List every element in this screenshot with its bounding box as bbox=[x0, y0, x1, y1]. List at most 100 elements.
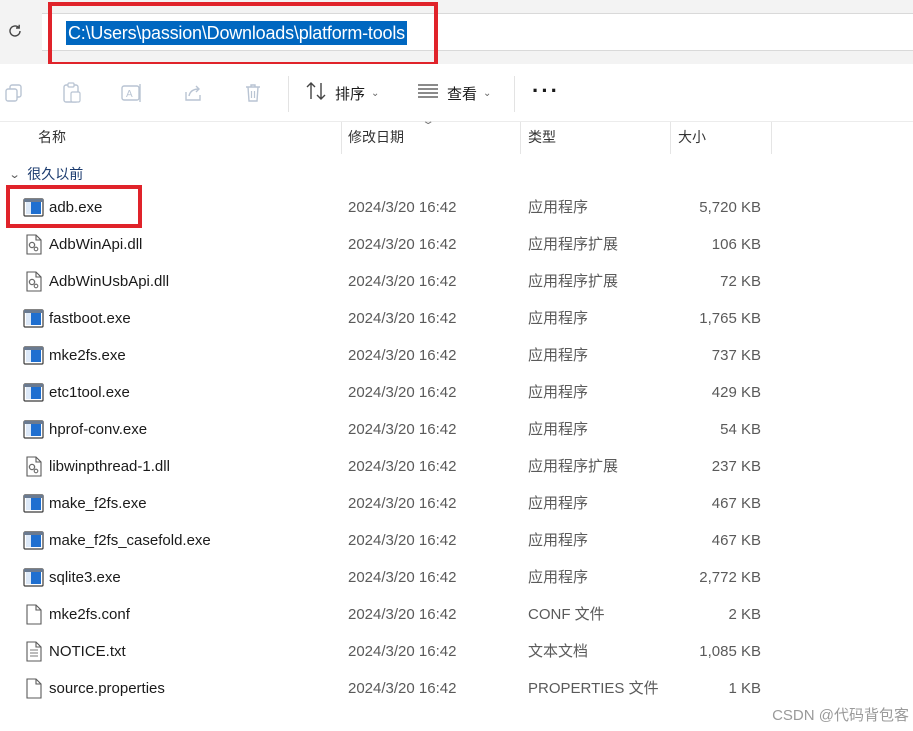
file-date: 2024/3/20 16:42 bbox=[348, 643, 457, 660]
file-name: etc1tool.exe bbox=[49, 384, 130, 401]
column-divider[interactable] bbox=[670, 122, 671, 154]
file-name: hprof-conv.exe bbox=[49, 421, 148, 438]
file-size: 237 KB bbox=[711, 458, 761, 475]
address-input[interactable]: C:\Users\passion\Downloads\platform-tool… bbox=[42, 13, 913, 51]
exe-icon bbox=[23, 419, 44, 440]
chevron-down-icon: ⌄ bbox=[8, 168, 21, 181]
file-type: PROPERTIES 文件 bbox=[528, 680, 659, 697]
file-row[interactable]: make_f2fs.exe 2024/3/20 16:42 应用程序 467 KB bbox=[0, 485, 913, 522]
file-size: 1,085 KB bbox=[699, 643, 761, 660]
address-bar-row: C:\Users\passion\Downloads\platform-tool… bbox=[0, 0, 913, 64]
view-label: 查看 bbox=[447, 85, 478, 103]
refresh-icon[interactable] bbox=[4, 20, 26, 42]
file-date: 2024/3/20 16:42 bbox=[348, 532, 457, 549]
exe-icon bbox=[23, 345, 44, 366]
watermark: CSDN @代码背包客 bbox=[772, 707, 909, 724]
column-divider[interactable] bbox=[520, 122, 521, 154]
file-icon bbox=[23, 678, 44, 699]
column-divider[interactable] bbox=[771, 122, 772, 154]
toolbar-divider bbox=[514, 76, 515, 112]
file-size: 2,772 KB bbox=[699, 569, 761, 586]
file-size: 1,765 KB bbox=[699, 310, 761, 327]
file-type: 应用程序 bbox=[528, 384, 589, 401]
file-date: 2024/3/20 16:42 bbox=[348, 606, 457, 623]
sort-icon bbox=[305, 81, 327, 105]
paste-icon[interactable] bbox=[60, 81, 84, 105]
column-header-size[interactable]: 大小 bbox=[678, 122, 706, 154]
file-name: AdbWinUsbApi.dll bbox=[49, 273, 170, 290]
exe-icon bbox=[23, 567, 44, 588]
chevron-down-icon: ⌄ bbox=[371, 87, 380, 99]
file-size: 429 KB bbox=[711, 384, 761, 401]
file-row[interactable]: sqlite3.exe 2024/3/20 16:42 应用程序 2,772 KB bbox=[0, 559, 913, 596]
file-row[interactable]: AdbWinApi.dll 2024/3/20 16:42 应用程序扩展 106 KB bbox=[0, 226, 913, 263]
sort-button[interactable]: 排序 ⌄ bbox=[305, 80, 379, 106]
file-size: 106 KB bbox=[711, 236, 761, 253]
file-size: 467 KB bbox=[711, 495, 761, 512]
file-icon bbox=[23, 604, 44, 625]
rename-icon[interactable]: A bbox=[120, 81, 144, 105]
group-header[interactable]: ⌄ 很久以前 bbox=[8, 163, 84, 185]
file-date: 2024/3/20 16:42 bbox=[348, 680, 457, 697]
file-type: 应用程序 bbox=[528, 532, 589, 549]
column-divider[interactable] bbox=[341, 122, 342, 154]
file-type: 应用程序 bbox=[528, 421, 589, 438]
file-date: 2024/3/20 16:42 bbox=[348, 384, 457, 401]
chevron-down-icon: ⌄ bbox=[483, 87, 492, 99]
file-size: 1 KB bbox=[728, 680, 761, 697]
svg-text:A: A bbox=[126, 89, 133, 100]
file-type: CONF 文件 bbox=[528, 606, 605, 623]
file-name: make_f2fs.exe bbox=[49, 495, 147, 512]
file-name: libwinpthread-1.dll bbox=[49, 458, 170, 475]
file-row[interactable]: adb.exe 2024/3/20 16:42 应用程序 5,720 KB bbox=[0, 189, 913, 226]
file-row[interactable]: source.properties 2024/3/20 16:42 PROPERTI… bbox=[0, 670, 913, 707]
file-size: 5,720 KB bbox=[699, 199, 761, 216]
file-name: AdbWinApi.dll bbox=[49, 236, 143, 253]
file-date: 2024/3/20 16:42 bbox=[348, 569, 457, 586]
file-date: 2024/3/20 16:42 bbox=[348, 273, 457, 290]
delete-icon[interactable] bbox=[241, 81, 265, 105]
file-date: 2024/3/20 16:42 bbox=[348, 347, 457, 364]
file-date: 2024/3/20 16:42 bbox=[348, 421, 457, 438]
dll-icon bbox=[23, 456, 44, 477]
file-row[interactable]: hprof-conv.exe 2024/3/20 16:42 应用程序 54 KB bbox=[0, 411, 913, 448]
sort-caret-icon: ⌄ bbox=[421, 116, 435, 127]
dll-icon bbox=[23, 271, 44, 292]
file-list: adb.exe 2024/3/20 16:42 应用程序 5,720 KB AdbWin… bbox=[0, 189, 913, 707]
copy-icon[interactable] bbox=[2, 81, 26, 105]
file-row[interactable]: fastboot.exe 2024/3/20 16:42 应用程序 1,765 KB bbox=[0, 300, 913, 337]
file-row[interactable]: mke2fs.exe 2024/3/20 16:42 应用程序 737 KB bbox=[0, 337, 913, 374]
dll-icon bbox=[23, 234, 44, 255]
more-options-button[interactable]: ··· bbox=[532, 80, 560, 102]
column-header-type[interactable]: 类型 bbox=[528, 122, 556, 154]
text-file-icon bbox=[23, 641, 44, 662]
file-name: adb.exe bbox=[49, 199, 103, 216]
file-date: 2024/3/20 16:42 bbox=[348, 199, 457, 216]
file-row[interactable]: AdbWinUsbApi.dll 2024/3/20 16:42 应用程序扩展 72 … bbox=[0, 263, 913, 300]
file-name: mke2fs.conf bbox=[49, 606, 130, 623]
toolbar-divider bbox=[288, 76, 289, 112]
file-row[interactable]: etc1tool.exe 2024/3/20 16:42 应用程序 429 KB bbox=[0, 374, 913, 411]
column-header-date[interactable]: 修改日期 bbox=[348, 122, 404, 154]
file-type: 应用程序 bbox=[528, 310, 589, 327]
file-date: 2024/3/20 16:42 bbox=[348, 310, 457, 327]
file-row[interactable]: libwinpthread-1.dll 2024/3/20 16:42 应用程序扩展… bbox=[0, 448, 913, 485]
file-size: 2 KB bbox=[728, 606, 761, 623]
view-button[interactable]: 查看 ⌄ bbox=[417, 80, 491, 106]
file-date: 2024/3/20 16:42 bbox=[348, 236, 457, 253]
file-size: 737 KB bbox=[711, 347, 761, 364]
file-type: 应用程序扩展 bbox=[528, 236, 619, 253]
file-name: fastboot.exe bbox=[49, 310, 131, 327]
file-row[interactable]: NOTICE.txt 2024/3/20 16:42 文本文档 1,085 KB bbox=[0, 633, 913, 670]
file-name: source.properties bbox=[49, 680, 165, 697]
file-size: 467 KB bbox=[711, 532, 761, 549]
file-row[interactable]: mke2fs.conf 2024/3/20 16:42 CONF 文件 2 KB bbox=[0, 596, 913, 633]
file-row[interactable]: make_f2fs_casefold.exe 2024/3/20 16:42 应用程… bbox=[0, 522, 913, 559]
column-header-name[interactable]: 名称 bbox=[38, 122, 66, 154]
view-list-icon bbox=[417, 83, 439, 103]
file-size: 72 KB bbox=[720, 273, 761, 290]
file-name: mke2fs.exe bbox=[49, 347, 126, 364]
sort-label: 排序 bbox=[335, 85, 366, 103]
share-icon[interactable] bbox=[181, 81, 205, 105]
file-type: 应用程序 bbox=[528, 495, 589, 512]
